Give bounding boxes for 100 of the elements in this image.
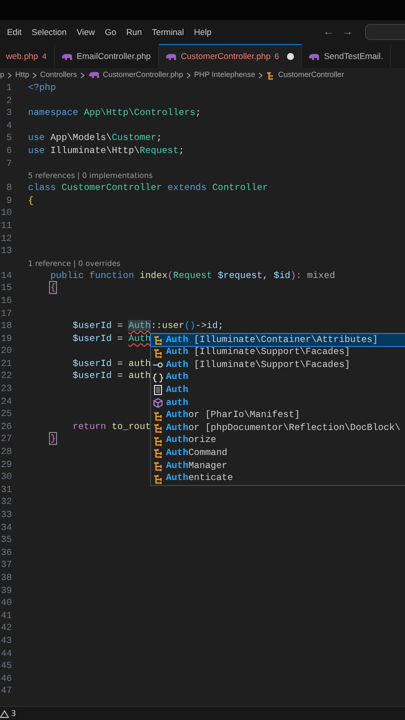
code-token: ; xyxy=(178,144,184,156)
menu-item[interactable]: Terminal xyxy=(146,26,189,38)
line-number: 11 xyxy=(0,220,12,233)
menu-item[interactable]: Run xyxy=(121,26,147,38)
code-token: -> xyxy=(195,320,207,332)
code-token: use xyxy=(28,144,45,156)
editor-tab[interactable]: EmailController.php xyxy=(54,44,159,68)
line-number: 24 xyxy=(0,396,12,408)
class-icon xyxy=(153,460,163,471)
code-token: auth xyxy=(128,370,151,382)
suggestion-label: Auth xyxy=(166,371,188,384)
chevron-icon xyxy=(258,72,264,78)
elephant-icon xyxy=(60,52,73,60)
code-token: ; xyxy=(218,320,224,332)
code-token: Request xyxy=(173,270,212,281)
line-number: 1 xyxy=(5,82,12,95)
line-number: 45 xyxy=(0,660,12,673)
line-number: 27 xyxy=(0,433,12,446)
suggestion-label: Authenticate xyxy=(166,472,233,485)
line-number: 26 xyxy=(0,420,12,434)
code-token: auth xyxy=(128,358,151,369)
code-token: { xyxy=(50,282,56,294)
line-number: 9 xyxy=(5,194,12,208)
forward-arrow[interactable]: → xyxy=(338,24,357,40)
menu-item[interactable]: Edit xyxy=(2,26,27,38)
suggestion-label: Author [PharIo\Manifest] xyxy=(166,409,300,422)
suggestion-item[interactable]: Authorize xyxy=(151,434,405,448)
code-token: :: xyxy=(150,320,162,332)
code-token: class xyxy=(28,182,56,194)
code-token: = xyxy=(117,332,123,344)
code-token: Auth xyxy=(128,320,151,332)
code-token: $request xyxy=(218,270,262,281)
editor-tab[interactable]: CustomerController.php 6 xyxy=(158,44,302,68)
code-token: App\Models\ xyxy=(50,132,112,144)
line-number: 42 xyxy=(0,622,12,635)
code-token: () xyxy=(184,320,196,332)
elephant-icon xyxy=(164,52,177,60)
line-number: 31 xyxy=(0,484,12,496)
line-number: 36 xyxy=(0,546,12,560)
line-number: 4 xyxy=(5,120,12,132)
suggestion-item[interactable]: Authenticate xyxy=(151,472,405,485)
suggestion-label: Authorize xyxy=(166,434,216,448)
menu-item[interactable]: View xyxy=(72,26,100,38)
suggestion-label: auth xyxy=(166,396,188,410)
suggestion-item[interactable]: AuthManager xyxy=(151,460,405,472)
warning-icon xyxy=(0,710,9,718)
menu-item[interactable]: Selection xyxy=(26,26,72,38)
line-number: 2 xyxy=(5,94,12,108)
line-number: 29 xyxy=(0,458,12,472)
suggestion-label: AuthManager xyxy=(166,460,228,472)
elephant-icon xyxy=(308,52,320,60)
line-number: 28 xyxy=(0,446,12,459)
menu-item[interactable]: Go xyxy=(100,26,122,38)
line-number: 20 xyxy=(0,345,12,358)
warning-count[interactable]: 3 xyxy=(11,708,16,720)
chevron-icon xyxy=(32,72,38,78)
menu-item[interactable]: Help xyxy=(188,26,216,38)
suggestion-item[interactable]: Auth xyxy=(151,384,405,397)
code-token: App\Http\Controllers xyxy=(84,107,196,118)
suggestion-item[interactable]: Auth xyxy=(151,371,405,384)
command-center-field[interactable] xyxy=(365,24,405,40)
back-arrow[interactable]: ← xyxy=(319,24,338,40)
line-number: 47 xyxy=(0,685,12,698)
suggestion-item[interactable]: Auth [Illuminate\Container\Attributes] xyxy=(151,334,405,346)
code-token: , xyxy=(262,270,268,281)
code-token: $userId xyxy=(72,370,112,382)
line-number: 14 xyxy=(0,270,12,282)
line-number: 38 xyxy=(0,572,12,585)
elephant-icon xyxy=(88,71,100,79)
line-number: 35 xyxy=(0,534,12,547)
suggestion-item[interactable]: AuthCommand xyxy=(151,447,405,460)
line-number: 43 xyxy=(0,634,12,648)
line-number: 19 xyxy=(0,332,12,346)
class-icon xyxy=(266,70,276,80)
code-token: $userId xyxy=(72,320,112,332)
code-token: to_rout xyxy=(112,420,151,432)
line-number: 3 xyxy=(5,107,12,120)
suggestion-label: Auth [Illuminate\Container\Attributes] xyxy=(166,334,378,346)
class-icon xyxy=(153,474,163,484)
line-number: 41 xyxy=(0,610,12,622)
code-token: = xyxy=(117,320,123,332)
suggestion-label: Auth [Illuminate\Support\Facades] xyxy=(166,358,350,372)
code-token: $userId xyxy=(72,332,112,344)
suggestion-item[interactable]: Auth [Illuminate\Support\Facades] xyxy=(151,358,405,372)
suggestion-item[interactable]: Auth [Illuminate\Support\Facades] xyxy=(151,346,405,359)
suggestion-label: Auth [Illuminate\Support\Facades] xyxy=(166,346,350,359)
line-number: 39 xyxy=(0,584,12,598)
code-token: function xyxy=(89,270,134,281)
code-token: extends xyxy=(168,182,207,194)
line-number: 46 xyxy=(0,672,12,686)
line-number: 18 xyxy=(0,320,12,333)
interface-icon xyxy=(153,360,163,370)
cube-icon xyxy=(153,398,163,408)
line-number: 12 xyxy=(0,232,12,246)
tab-label: EmailController.php xyxy=(76,50,151,63)
code-token: Controller xyxy=(212,182,268,194)
problem-count: 4 xyxy=(42,50,47,62)
suggestion-item[interactable]: auth xyxy=(151,396,405,410)
code-token: $userId xyxy=(72,358,112,369)
suggestion-item[interactable]: Author [PharIo\Manifest] xyxy=(151,409,405,422)
